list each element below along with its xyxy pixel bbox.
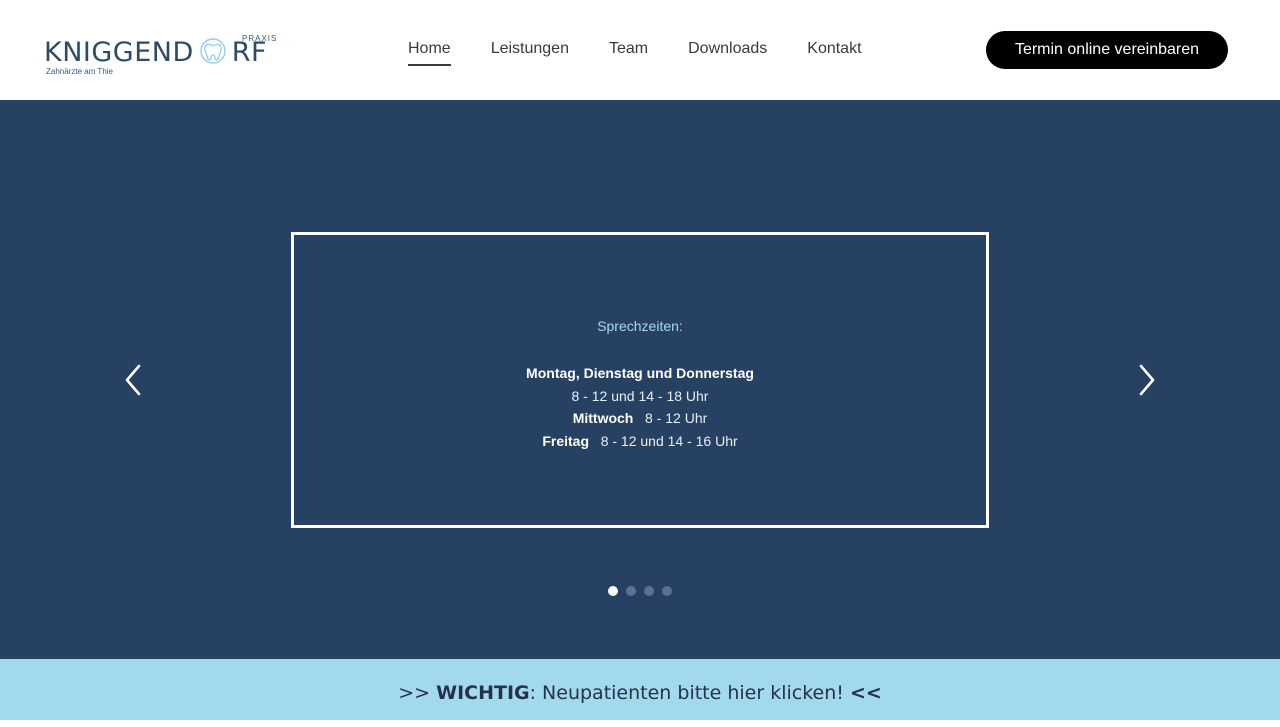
slider-dot-3[interactable] — [644, 586, 654, 596]
logo-name: KNIGGEND — [44, 37, 194, 68]
next-slide-button[interactable] — [1132, 358, 1162, 402]
nav-home[interactable]: Home — [408, 40, 451, 66]
logo[interactable]: KNIGGEND RF PRAXIS Zahnärzte am Thie — [44, 30, 284, 82]
slide-frame: Sprechzeiten: Montag, Dienstag und Donne… — [291, 232, 989, 528]
office-hours-heading: Sprechzeiten: — [597, 318, 683, 334]
banner-text: : Neupatienten bitte hier klicken! — [529, 682, 850, 704]
hours-line: Freitag 8 - 12 und 14 - 16 Uhr — [542, 432, 738, 449]
prev-slide-button[interactable] — [118, 358, 148, 402]
slider-dot-4[interactable] — [662, 586, 672, 596]
hero-slider: Sprechzeiten: Montag, Dienstag und Donne… — [0, 100, 1280, 659]
tooth-icon — [200, 38, 226, 64]
nav-team[interactable]: Team — [609, 40, 648, 66]
slider-pagination — [608, 586, 680, 596]
logo-wordmark: KNIGGEND RF — [44, 38, 267, 68]
chevron-left-icon — [125, 364, 141, 396]
book-appointment-button[interactable]: Termin online vereinbaren — [986, 31, 1228, 69]
banner-suffix: << — [849, 682, 882, 704]
logo-tagline: Zahnärzte am Thie — [46, 67, 113, 76]
banner-strong: WICHTIG — [436, 682, 530, 704]
nav-leistungen[interactable]: Leistungen — [491, 40, 569, 66]
hours-line: Montag, Dienstag und Donnerstag — [526, 365, 754, 381]
banner-prefix: >> — [398, 682, 437, 704]
office-hours: Sprechzeiten: Montag, Dienstag und Donne… — [294, 318, 986, 452]
nav-kontakt[interactable]: Kontakt — [807, 40, 861, 66]
slider-dot-2[interactable] — [626, 586, 636, 596]
logo-praxis: PRAXIS — [242, 34, 278, 43]
slider-dot-1[interactable] — [608, 586, 618, 596]
main-nav: Home Leistungen Team Downloads Kontakt — [408, 40, 902, 66]
hours-line: 8 - 12 und 14 - 18 Uhr — [571, 387, 709, 404]
hours-line: Mittwoch 8 - 12 Uhr — [572, 410, 708, 426]
new-patients-banner[interactable]: >> WICHTIG: Neupatienten bitte hier klic… — [0, 659, 1280, 720]
site-header: KNIGGEND RF PRAXIS Zahnärzte am Thie Hom… — [0, 0, 1280, 100]
chevron-right-icon — [1139, 364, 1155, 396]
nav-downloads[interactable]: Downloads — [688, 40, 767, 66]
